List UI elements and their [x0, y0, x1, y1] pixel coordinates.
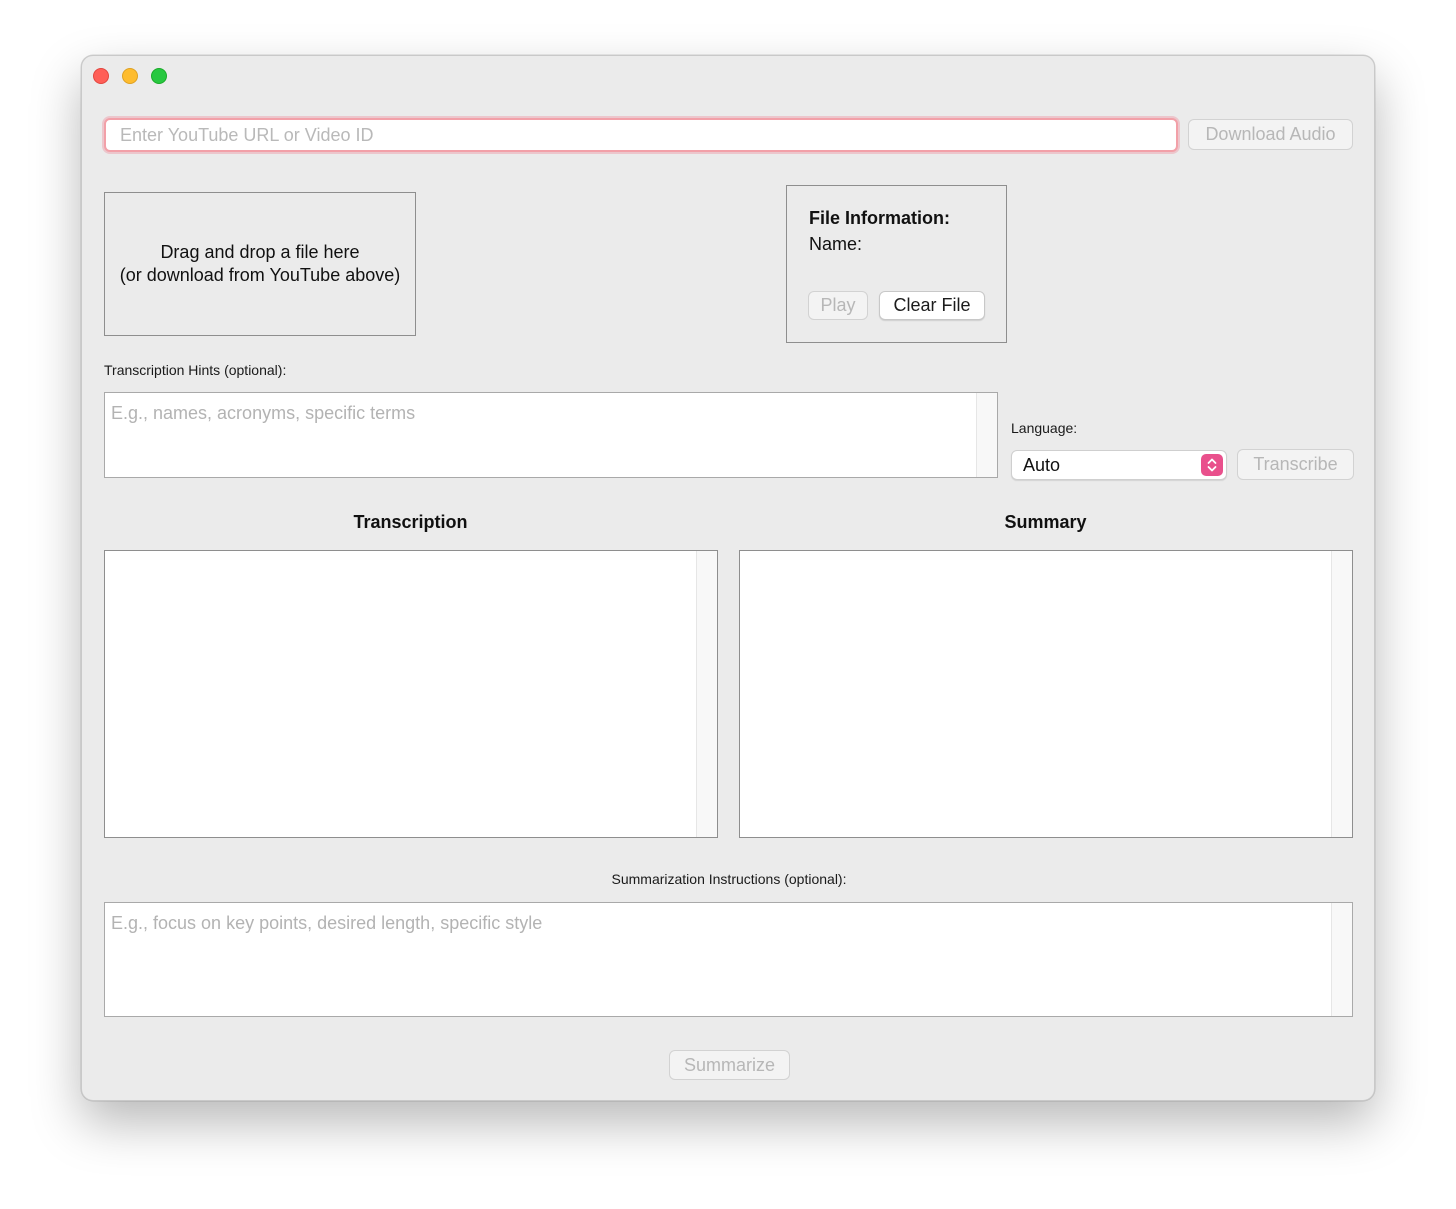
transcription-heading: Transcription [353, 512, 468, 532]
language-select[interactable]: Auto [1011, 450, 1227, 480]
summarization-instructions-field [104, 902, 1353, 1017]
transcribe-button[interactable]: Transcribe [1237, 449, 1354, 480]
summary-scrollbar[interactable] [1331, 551, 1352, 837]
minimize-window-button[interactable] [122, 68, 138, 84]
summary-text-area[interactable] [739, 550, 1353, 838]
file-information-panel: File Information: Name: Play Clear File [786, 185, 1007, 343]
transcription-hints-input[interactable] [105, 393, 977, 477]
chevron-up-down-icon [1201, 454, 1223, 476]
file-name-label: Name: [809, 234, 863, 254]
language-selected-value: Auto [1023, 454, 1061, 475]
summarization-instructions-label: Summarization Instructions (optional): [611, 871, 847, 887]
transcription-text-area[interactable] [104, 550, 718, 838]
file-information-title: File Information: [809, 208, 950, 228]
file-drop-zone[interactable]: Drag and drop a file here (or download f… [104, 192, 416, 336]
drop-zone-text-line1: Drag and drop a file here [160, 242, 360, 262]
transcription-hints-field [104, 392, 998, 478]
hints-scrollbar[interactable] [976, 393, 997, 477]
clear-file-button[interactable]: Clear File [879, 291, 985, 320]
summarize-button[interactable]: Summarize [669, 1050, 790, 1080]
play-button[interactable]: Play [808, 291, 868, 320]
summary-heading: Summary [1004, 512, 1087, 532]
language-label: Language: [1011, 420, 1078, 436]
drop-zone-text-line2: (or download from YouTube above) [119, 265, 401, 285]
zoom-window-button[interactable] [151, 68, 167, 84]
transcription-hints-label: Transcription Hints (optional): [104, 362, 287, 378]
youtube-url-input[interactable] [104, 118, 1178, 152]
download-audio-button[interactable]: Download Audio [1188, 119, 1353, 150]
app-window: Download Audio Drag and drop a file here… [81, 55, 1375, 1101]
close-window-button[interactable] [93, 68, 109, 84]
instructions-scrollbar[interactable] [1331, 903, 1352, 1016]
transcription-scrollbar[interactable] [696, 551, 717, 837]
summarization-instructions-input[interactable] [105, 903, 1332, 1016]
